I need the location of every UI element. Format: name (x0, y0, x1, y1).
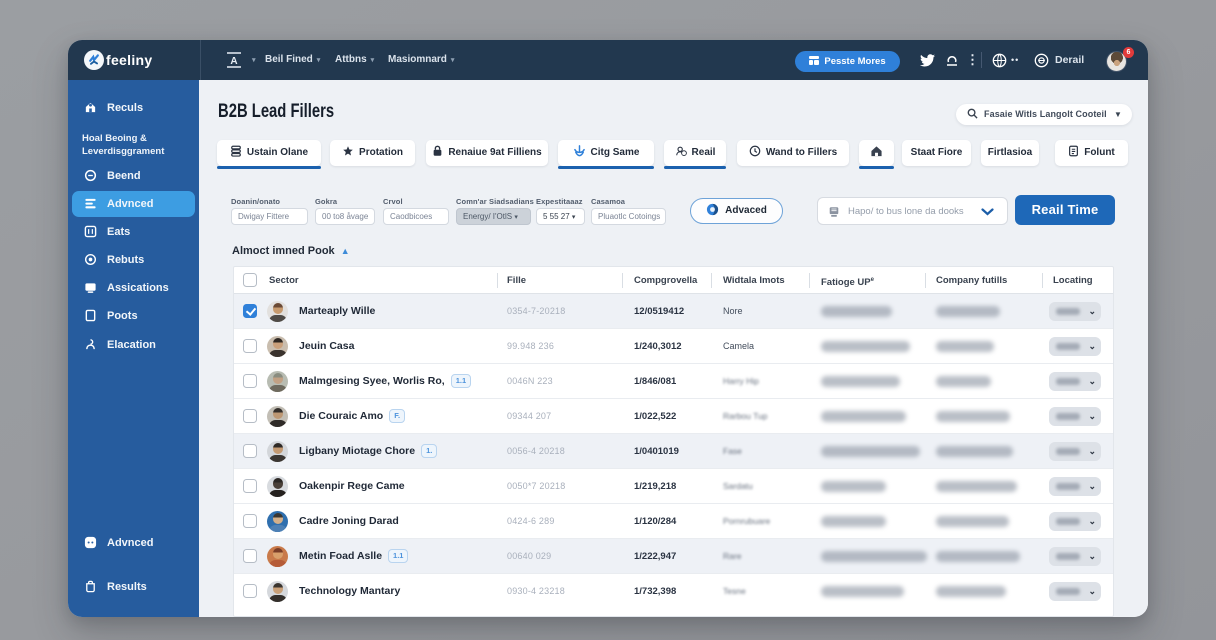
svg-text:A: A (230, 56, 237, 67)
